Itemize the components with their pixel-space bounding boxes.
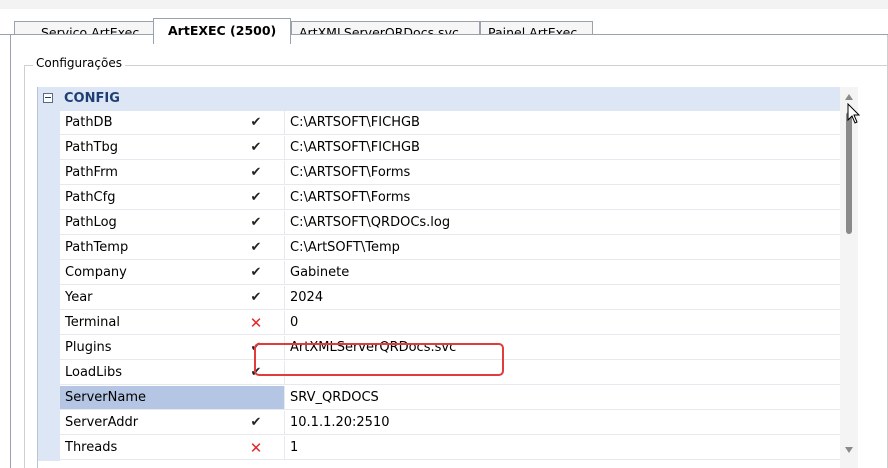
property-value[interactable]: C:\ARTSOFT\Forms <box>290 161 410 185</box>
check-icon: ✔ <box>250 190 262 205</box>
property-row[interactable]: ServerName SRV_QRDOCS <box>38 386 841 411</box>
property-grid: CONFIG PathDB ✔ C:\ARTSOFT\FICHGB PathTbg ✔ C… <box>37 87 841 468</box>
property-value-cell[interactable]: ✔ C:\ArtSOFT\Temp <box>251 236 841 260</box>
property-value-cell[interactable]: ✕ 0 <box>250 311 841 335</box>
plugins-highlight-box <box>254 343 504 376</box>
property-row[interactable]: PathDB ✔ C:\ARTSOFT\FICHGB <box>38 111 841 136</box>
row-gutter <box>38 211 60 236</box>
scrollbar-thumb[interactable] <box>846 112 852 234</box>
mouse-pointer-icon <box>847 103 861 124</box>
property-row[interactable]: Threads ✕ 1 <box>38 436 841 461</box>
check-icon: ✔ <box>250 115 262 130</box>
row-gutter <box>38 261 60 286</box>
row-gutter <box>38 111 60 136</box>
check-icon: ✔ <box>250 240 262 255</box>
property-row[interactable]: Company ✔ Gabinete <box>38 261 841 286</box>
tab-baseline <box>0 34 888 35</box>
category-label: CONFIG <box>64 91 120 106</box>
row-gutter <box>38 161 60 186</box>
property-row[interactable]: Terminal ✕ 0 <box>38 311 841 336</box>
property-value-cell[interactable]: ✔ C:\ARTSOFT\FICHGB <box>251 111 841 135</box>
row-gutter <box>38 136 60 161</box>
property-value-cell[interactable]: SRV_QRDOCS <box>285 386 841 410</box>
cross-icon: ✕ <box>249 439 263 457</box>
window-top-strip <box>0 0 888 9</box>
property-name[interactable]: ServerName <box>60 386 285 410</box>
row-gutter <box>38 411 60 436</box>
triangle-down-icon[interactable] <box>845 447 853 453</box>
groupbox-label: Configurações <box>33 55 125 71</box>
property-value[interactable]: C:\ARTSOFT\FICHGB <box>290 136 420 160</box>
property-value[interactable]: SRV_QRDOCS <box>290 386 379 410</box>
property-value-cell[interactable]: ✔ C:\ARTSOFT\QRDOCs.log <box>251 211 841 235</box>
property-row[interactable]: PathLog ✔ C:\ARTSOFT\QRDOCs.log <box>38 211 841 236</box>
check-icon: ✔ <box>250 215 262 230</box>
property-value[interactable]: 10.1.1.20:2510 <box>290 411 390 435</box>
check-icon: ✔ <box>250 265 262 280</box>
check-icon: ✔ <box>250 415 262 430</box>
check-icon: ✔ <box>250 290 262 305</box>
property-value-cell[interactable]: ✕ 1 <box>250 436 841 460</box>
tab-artexec-2500[interactable]: ArtEXEC (2500) <box>153 18 291 44</box>
property-value-cell[interactable]: ✔ C:\ARTSOFT\FICHGB <box>251 136 841 160</box>
check-icon: ✔ <box>250 165 262 180</box>
property-value[interactable]: C:\ARTSOFT\QRDOCs.log <box>290 211 450 235</box>
property-row[interactable]: PathCfg ✔ C:\ARTSOFT\Forms <box>38 186 841 211</box>
row-gutter <box>38 286 60 311</box>
vertical-scrollbar[interactable] <box>840 87 858 468</box>
property-value[interactable]: Gabinete <box>290 261 349 285</box>
check-icon: ✔ <box>250 140 262 155</box>
property-value-cell[interactable]: ✔ 10.1.1.20:2510 <box>251 411 841 435</box>
row-gutter <box>38 361 60 386</box>
property-value[interactable]: C:\ArtSOFT\Temp <box>290 236 400 260</box>
cross-icon: ✕ <box>249 314 263 332</box>
property-value-cell[interactable]: ✔ 2024 <box>251 286 841 310</box>
property-row[interactable]: ServerAddr ✔ 10.1.1.20:2510 <box>38 411 841 436</box>
property-row[interactable]: Year ✔ 2024 <box>38 286 841 311</box>
row-gutter <box>38 186 60 211</box>
category-row-config[interactable]: CONFIG <box>38 87 841 111</box>
property-row[interactable]: PathTemp ✔ C:\ArtSOFT\Temp <box>38 236 841 261</box>
property-value[interactable]: 2024 <box>290 286 323 310</box>
property-value[interactable]: C:\ARTSOFT\FICHGB <box>290 111 420 135</box>
property-value-cell[interactable]: ✔ C:\ARTSOFT\Forms <box>251 186 841 210</box>
row-gutter <box>38 436 60 461</box>
property-value-cell[interactable]: ✔ C:\ARTSOFT\Forms <box>251 161 841 185</box>
property-value[interactable]: 0 <box>290 311 298 335</box>
property-row[interactable]: PathFrm ✔ C:\ARTSOFT\Forms <box>38 161 841 186</box>
property-value[interactable]: C:\ARTSOFT\Forms <box>290 186 410 210</box>
minus-box-icon[interactable] <box>43 93 53 103</box>
triangle-up-icon[interactable] <box>845 94 853 100</box>
row-gutter <box>38 236 60 261</box>
row-gutter <box>38 336 60 361</box>
property-row[interactable]: PathTbg ✔ C:\ARTSOFT\FICHGB <box>38 136 841 161</box>
row-gutter <box>38 386 60 411</box>
property-value[interactable]: 1 <box>290 436 298 460</box>
property-value-cell[interactable]: ✔ Gabinete <box>251 261 841 285</box>
row-gutter <box>38 311 60 336</box>
